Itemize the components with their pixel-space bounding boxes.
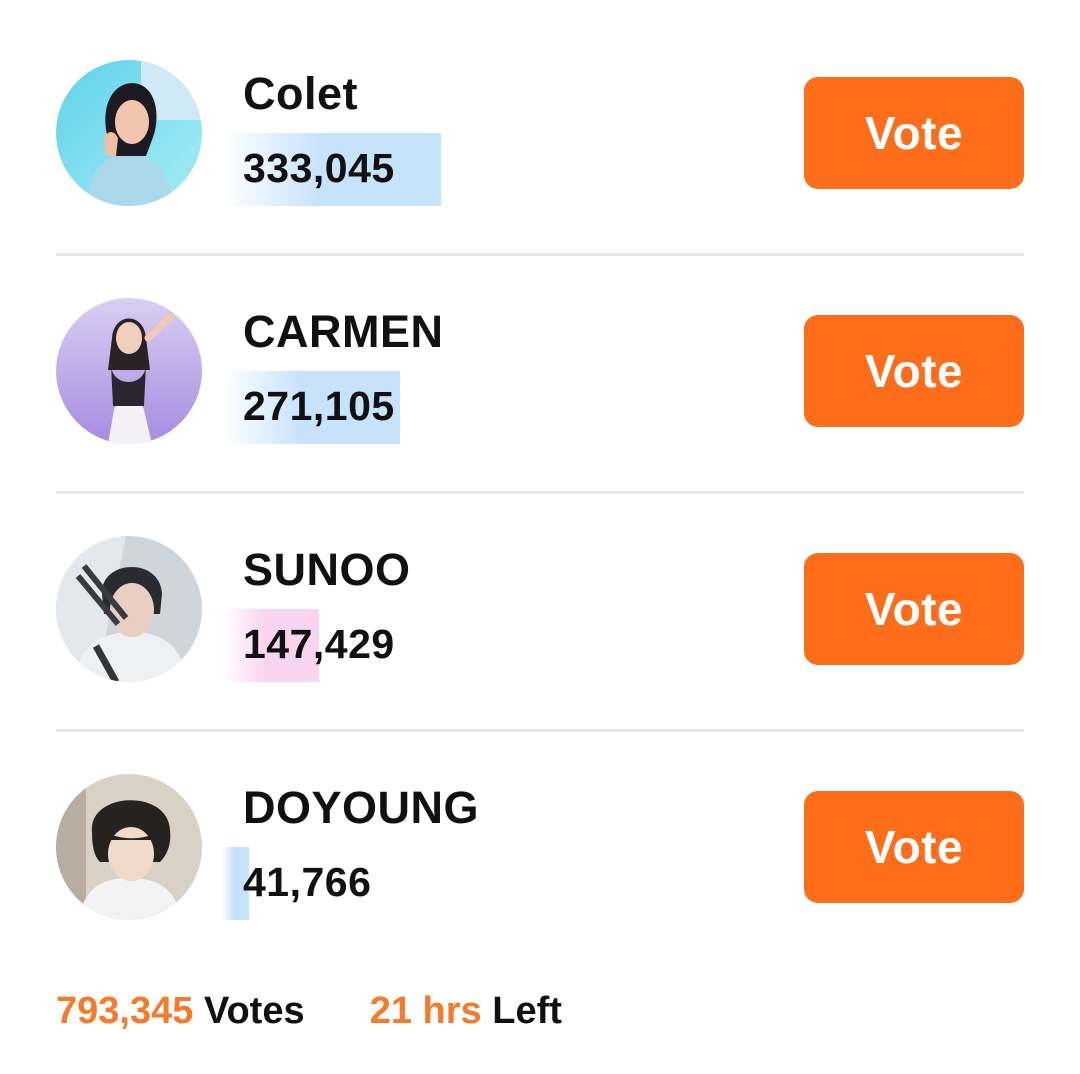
time-left-label: Left xyxy=(492,990,562,1032)
candidate-list: Colet 333,045 Vote CARMEN 271,105 Vote S… xyxy=(56,18,1024,970)
list-item: CARMEN 271,105 Vote xyxy=(56,256,1024,494)
vote-button[interactable]: Vote xyxy=(804,553,1024,665)
avatar xyxy=(56,60,202,206)
avatar xyxy=(56,774,202,920)
vote-count: 41,766 xyxy=(243,859,372,905)
avatar xyxy=(56,536,202,682)
poll-summary: 793,345 Votes 21 hrs Left xyxy=(56,990,562,1033)
vote-count: 147,429 xyxy=(243,621,395,667)
avatar-photo xyxy=(56,774,202,920)
avatar-photo xyxy=(56,298,202,444)
candidate-name: CARMEN xyxy=(243,306,444,357)
avatar-photo xyxy=(56,536,202,682)
candidate-name: Colet xyxy=(243,68,358,119)
candidate-name: DOYOUNG xyxy=(243,782,480,833)
avatar-photo xyxy=(56,60,202,206)
time-left: 21 hrs xyxy=(369,990,482,1032)
vote-button[interactable]: Vote xyxy=(804,77,1024,189)
candidate-name: SUNOO xyxy=(243,544,411,595)
list-item: DOYOUNG 41,766 Vote xyxy=(56,732,1024,970)
list-item: Colet 333,045 Vote xyxy=(56,18,1024,256)
votes-label: Votes xyxy=(203,990,305,1032)
list-item: SUNOO 147,429 Vote xyxy=(56,494,1024,732)
total-votes: 793,345 xyxy=(56,990,194,1032)
avatar xyxy=(56,298,202,444)
vote-count: 333,045 xyxy=(243,145,395,191)
vote-button[interactable]: Vote xyxy=(804,315,1024,427)
vote-button[interactable]: Vote xyxy=(804,791,1024,903)
vote-count: 271,105 xyxy=(243,383,395,429)
